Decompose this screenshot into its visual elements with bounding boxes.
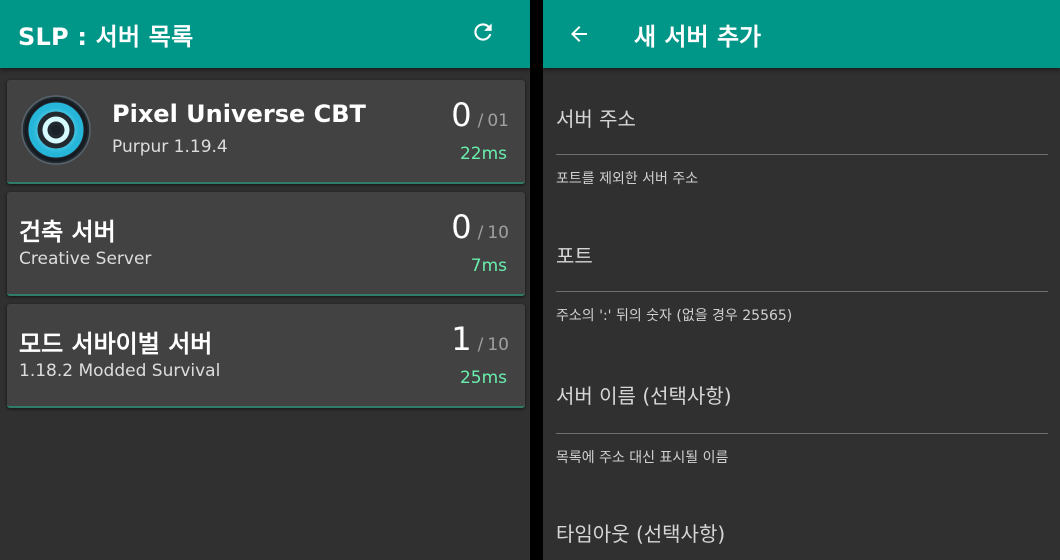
player-separator: / (477, 111, 484, 131)
online-players: 1 (451, 320, 472, 358)
refresh-icon (474, 23, 492, 41)
field-hint: 목록에 주소 대신 표시될 이름 (556, 450, 729, 466)
max-players: 10 (487, 335, 509, 355)
server-card[interactable]: 모드 서바이벌 서버 1.18.2 Modded Survival 1/10 2… (7, 304, 525, 408)
server-version: Purpur 1.19.4 (112, 137, 228, 157)
online-players: 0 (451, 208, 472, 246)
field-hint: 주소의 ':' 뒤의 숫자 (없을 경우 25565) (556, 308, 793, 324)
server-card[interactable]: Pixel Universe CBT Purpur 1.19.4 0/01 22… (7, 80, 525, 184)
max-players: 01 (487, 111, 509, 131)
server-name-field[interactable]: 서버 이름 (선택사항) (556, 380, 1048, 434)
field-label: 서버 주소 (556, 107, 636, 131)
page-title: SLP : 서버 목록 (18, 22, 194, 51)
server-version: 1.18.2 Modded Survival (19, 361, 221, 381)
port-field[interactable]: 포트 (556, 240, 1048, 292)
ping-value: 25ms (459, 368, 507, 388)
back-button[interactable] (563, 18, 595, 50)
app-bar: 새 서버 추가 (543, 0, 1060, 68)
server-name: 건축 서버 (19, 218, 116, 246)
player-separator: / (477, 223, 484, 243)
add-server-screen: 새 서버 추가 서버 주소 포트를 제외한 서버 주소 포트 주소의 ':' 뒤… (543, 0, 1060, 560)
server-name: 모드 서바이벌 서버 (19, 330, 213, 358)
online-players: 0 (451, 96, 472, 134)
player-count: 0/01 (451, 96, 509, 134)
field-underline (556, 291, 1048, 292)
ping-value: 22ms (459, 144, 507, 164)
timeout-field[interactable]: 타임아웃 (선택사항) (556, 518, 1048, 558)
player-count: 1/10 (451, 320, 509, 358)
field-underline (556, 433, 1048, 434)
page-title: 새 서버 추가 (634, 22, 762, 51)
back-arrow-icon (571, 26, 587, 42)
field-underline (556, 154, 1048, 155)
player-count: 0/10 (451, 208, 509, 246)
field-label: 타임아웃 (선택사항) (556, 522, 726, 546)
field-hint: 포트를 제외한 서버 주소 (556, 171, 699, 187)
refresh-button[interactable] (466, 15, 500, 49)
ping-value: 7ms (470, 256, 507, 276)
field-label: 포트 (556, 244, 593, 268)
server-logo-icon (21, 95, 91, 165)
server-version: Creative Server (19, 249, 152, 269)
server-list-screen: SLP : 서버 목록 Pixel Universe CBT Purpur 1.… (0, 0, 530, 560)
field-label: 서버 이름 (선택사항) (556, 384, 732, 408)
server-card[interactable]: 건축 서버 Creative Server 0/10 7ms (7, 192, 525, 296)
app-bar: SLP : 서버 목록 (0, 0, 530, 68)
server-address-field[interactable]: 서버 주소 (556, 103, 1048, 155)
max-players: 10 (487, 223, 509, 243)
server-name: Pixel Universe CBT (112, 100, 366, 128)
player-separator: / (477, 335, 484, 355)
